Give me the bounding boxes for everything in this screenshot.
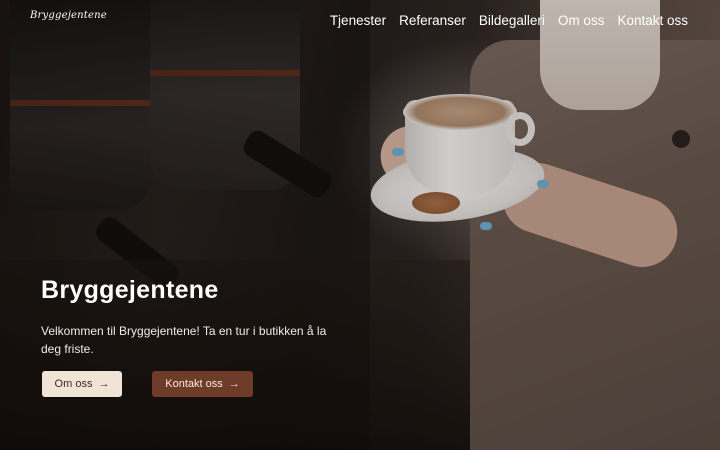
arrow-right-icon: → xyxy=(98,378,110,390)
nav-bildegalleri[interactable]: Bildegalleri xyxy=(479,13,545,28)
kontakt-oss-button[interactable]: Kontakt oss → xyxy=(152,371,253,397)
hero-description: Velkommen til Bryggejentene! Ta en tur i… xyxy=(41,324,327,356)
main-nav: Tjenester Referanser Bildegalleri Om oss… xyxy=(330,13,688,28)
om-oss-button-label: Om oss xyxy=(54,378,93,390)
nav-om-oss[interactable]: Om oss xyxy=(558,13,605,28)
kontakt-oss-button-label: Kontakt oss xyxy=(165,378,223,390)
site-logo[interactable]: Bryggejentene xyxy=(30,10,107,21)
arrow-right-icon: → xyxy=(228,378,240,390)
om-oss-button[interactable]: Om oss → xyxy=(42,371,122,397)
nav-tjenester[interactable]: Tjenester xyxy=(330,13,386,28)
hero-title: Bryggejentene xyxy=(41,276,219,304)
nav-referanser[interactable]: Referanser xyxy=(399,13,466,28)
nav-kontakt-oss[interactable]: Kontakt oss xyxy=(617,13,688,28)
